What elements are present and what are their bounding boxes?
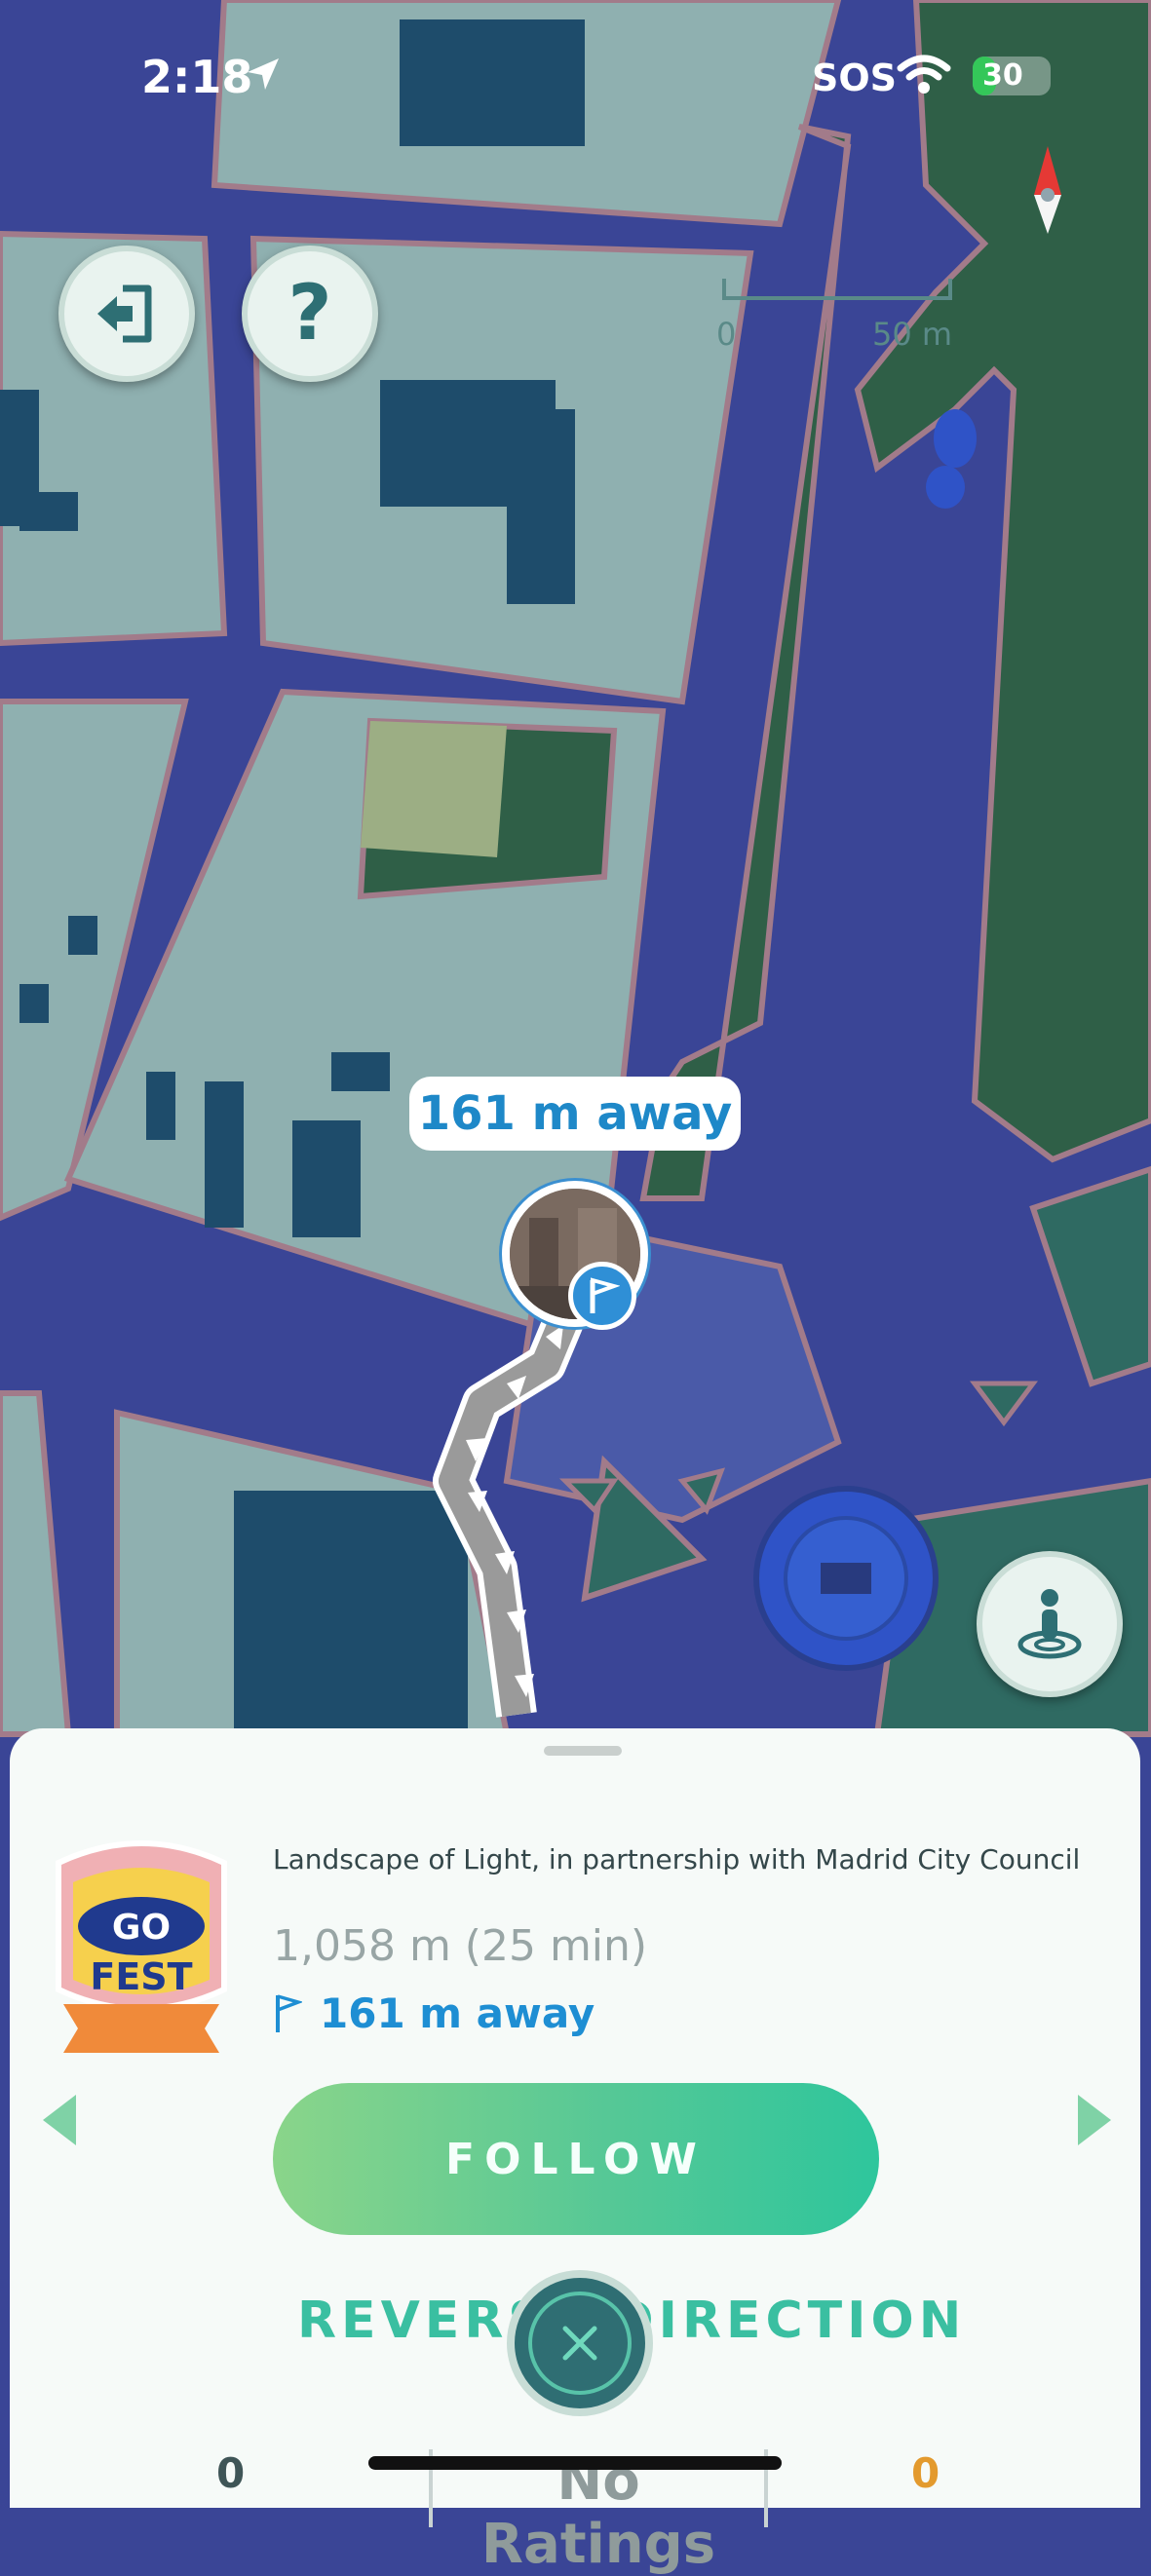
help-button[interactable]: ?	[242, 246, 378, 382]
distance-label: 161 m away	[320, 1989, 595, 2037]
home-indicator	[368, 2456, 782, 2470]
scale-start-label: 0	[716, 316, 737, 353]
rating-stats: 0 No Ratings 0	[10, 2438, 1140, 2576]
previous-arrow-icon[interactable]	[39, 2091, 80, 2149]
follow-label: FOLLOW	[445, 2134, 707, 2184]
exit-button[interactable]	[58, 246, 195, 382]
help-label: ?	[288, 270, 332, 358]
location-arrow-icon	[248, 58, 279, 90]
distance-bubble: 161 m away	[409, 1077, 741, 1151]
route-info: 1,058 m (25 min)	[273, 1921, 648, 1971]
distance-row: 161 m away	[273, 1989, 595, 2037]
status-time: 2:18	[141, 51, 253, 103]
status-sos: SOS	[812, 57, 898, 99]
status-bar: 2:18 SOS 30	[0, 0, 1151, 146]
wifi-icon	[897, 55, 951, 94]
poi-title: Landscape of Light, in partnership with …	[273, 1843, 1081, 1875]
route-sheet: GO FEST Landscape of Light, in partnersh…	[10, 1728, 1140, 2576]
close-icon	[528, 2292, 632, 2395]
scale-end-label: 50 m	[872, 316, 953, 353]
recenter-button[interactable]	[977, 1551, 1123, 1697]
stat-right: 0	[911, 2449, 940, 2497]
flag-icon	[276, 1993, 302, 2032]
battery-icon: 30	[973, 57, 1051, 95]
sheet-grabber[interactable]	[544, 1746, 622, 1756]
go-fest-badge: GO FEST	[56, 1840, 227, 2053]
exit-door-icon	[97, 284, 152, 343]
svg-text:GO: GO	[112, 1908, 171, 1948]
map-scale: 0 50 m	[716, 279, 960, 357]
svg-text:FEST: FEST	[90, 1955, 192, 1998]
flag-icon	[568, 1262, 636, 1330]
close-button[interactable]	[507, 2270, 653, 2416]
next-arrow-icon[interactable]	[1074, 2091, 1115, 2149]
stat-left: 0	[216, 2449, 246, 2497]
follow-button[interactable]: FOLLOW	[273, 2083, 879, 2235]
battery-level: 30	[982, 58, 1023, 93]
person-ring-icon	[1017, 1589, 1082, 1659]
distance-bubble-label: 161 m away	[417, 1086, 733, 1141]
